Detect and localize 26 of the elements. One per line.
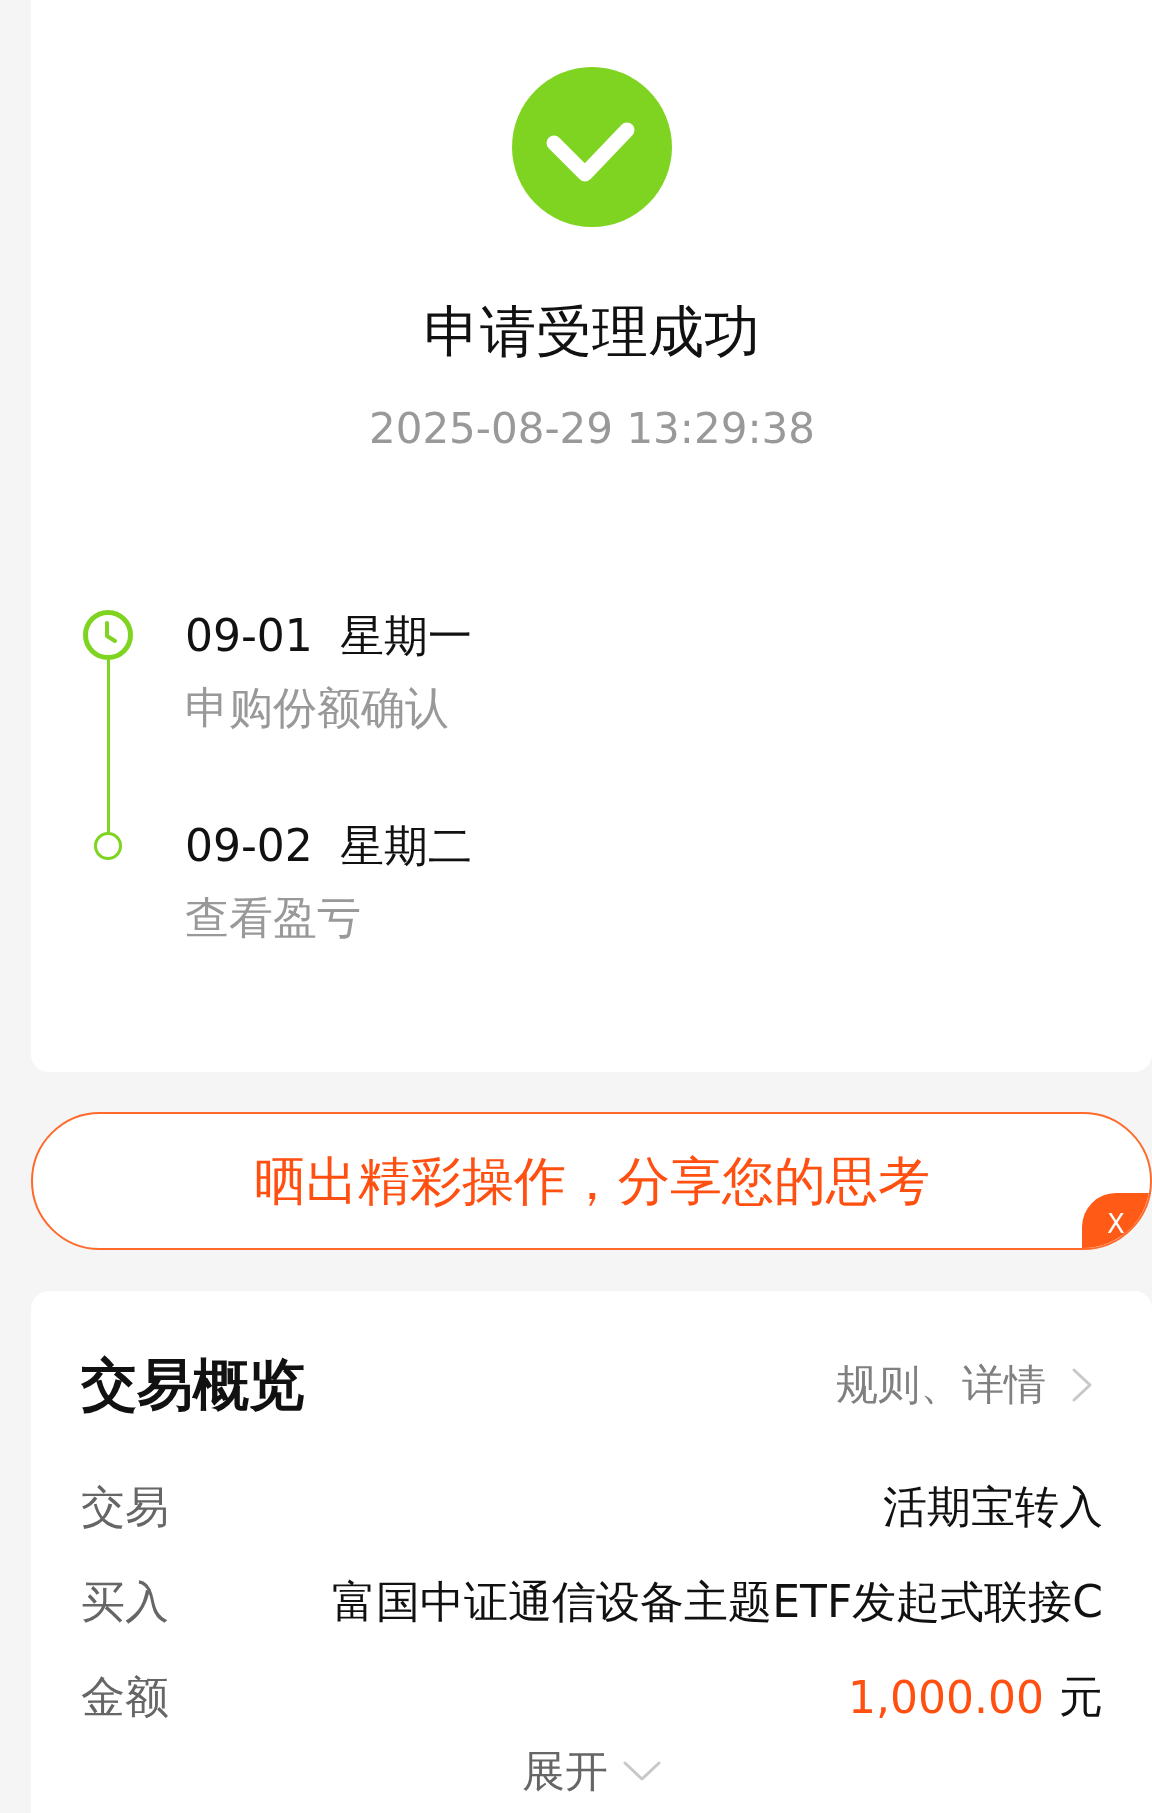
ring-marker-icon (94, 832, 122, 860)
rules-details-link[interactable]: 规则、详情 (836, 1360, 1093, 1410)
step-note: 查看盈亏 (185, 892, 362, 944)
clock-icon (83, 610, 133, 660)
overview-title: 交易概览 (81, 1353, 305, 1417)
step-note: 申购份额确认 (185, 682, 450, 734)
step-date: 09-01 (185, 610, 313, 662)
close-button[interactable]: X (1082, 1193, 1150, 1248)
amount-value: 1,000.00 (848, 1671, 1044, 1723)
share-prompt-text: 晒出精彩操作，分享您的思考 (253, 1151, 930, 1211)
share-banner[interactable]: 晒出精彩操作，分享您的思考 X (31, 1112, 1152, 1250)
row-value: 活期宝转入 (883, 1479, 1103, 1534)
success-check-icon (512, 67, 672, 227)
row-label: 买入 (81, 1574, 169, 1629)
currency-unit: 元 (1059, 1669, 1103, 1724)
row-label: 金额 (81, 1669, 169, 1724)
step-date: 09-02 (185, 820, 313, 872)
status-time: 2025-08-29 13:29:38 (368, 404, 816, 454)
row-label: 交易 (81, 1479, 169, 1534)
row-value: 富国中证通信设备主题ETF发起式联接C (332, 1574, 1103, 1629)
chevron-right-icon (1071, 1367, 1093, 1403)
status-title: 申请受理成功 (424, 300, 760, 364)
chevron-down-icon (622, 1760, 662, 1782)
expand-button[interactable]: 展开 (522, 1746, 662, 1796)
step-weekday: 星期一 (339, 610, 472, 662)
step-weekday: 星期二 (339, 820, 472, 872)
